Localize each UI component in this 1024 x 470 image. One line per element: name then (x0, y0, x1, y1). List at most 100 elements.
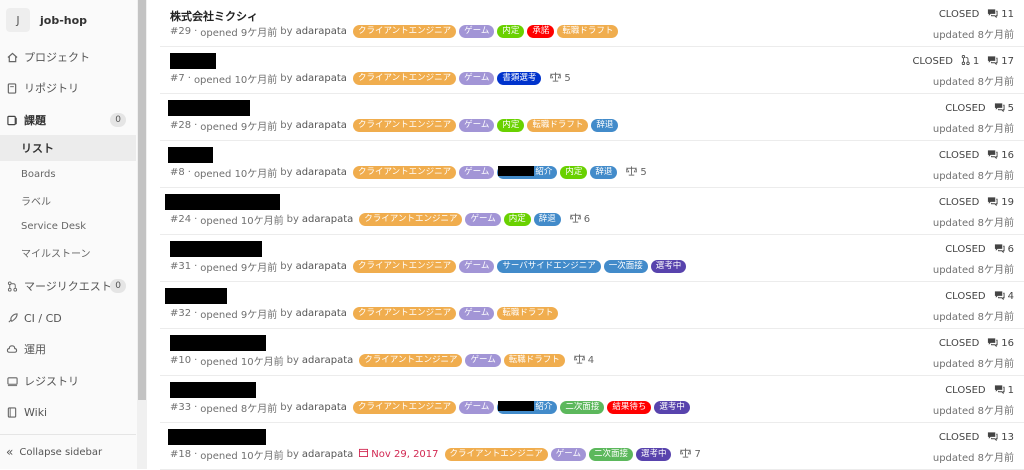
issue-label[interactable]: クライアントエンジニア (359, 212, 463, 226)
issue-label[interactable]: 辞退 (591, 118, 619, 132)
issue-ref[interactable]: #31 (170, 261, 191, 272)
issue-ref[interactable]: #10 (170, 355, 191, 366)
sidebar-item-operations[interactable]: 運用 (0, 336, 136, 362)
issue-label[interactable]: 書類選考 (497, 71, 542, 85)
issue-comments[interactable]: 4 (994, 290, 1014, 303)
issue-ref[interactable]: #33 (170, 402, 191, 413)
issue-label[interactable]: クライアントエンジニア (352, 400, 457, 414)
issue-label[interactable]: ゲーム (550, 447, 586, 461)
issue-label[interactable]: 二次面接 (560, 400, 605, 414)
issue-label[interactable]: 紹介 (497, 400, 558, 414)
issue-row[interactable]: 株式会社ミクシィ #29 · opened 9ケ月前 by adarapata クライアント… (160, 0, 1024, 47)
issue-label[interactable]: 承諾 (527, 24, 555, 38)
issue-row[interactable]: #18 · opened 10ケ月前 by adarapata Nov 29, 2017 ク… (160, 423, 1024, 470)
issue-label[interactable]: 内定 (497, 118, 525, 132)
issue-label[interactable]: クライアントエンジニア (359, 353, 463, 367)
issue-label[interactable]: ゲーム (459, 259, 495, 273)
issue-row[interactable]: #28 · opened 9ケ月前 by adarapata クライアントエンジニア ゲーム… (160, 94, 1024, 141)
issue-label[interactable]: クライアントエンジニア (352, 165, 457, 179)
author-link[interactable]: adarapata (296, 308, 347, 319)
issue-comments[interactable]: 16 (987, 337, 1014, 350)
sidebar-item-ci-cd[interactable]: CI / CD (0, 305, 136, 331)
author-link[interactable]: adarapata (302, 449, 353, 460)
issue-label[interactable]: 内定 (497, 24, 525, 38)
issue-comments[interactable]: 16 (987, 149, 1014, 162)
issue-row[interactable]: #7 · opened 10ケ月前 by adarapata クライアントエンジニア ゲーム… (160, 47, 1024, 94)
issue-row[interactable]: #8 · opened 10ケ月前 by adarapata クライアントエンジニア ゲーム… (160, 141, 1024, 188)
sidebar-subitem-labels[interactable]: ラベル (0, 187, 136, 213)
issue-title[interactable]: 株式会社ミクシィ (170, 8, 258, 24)
issue-ref[interactable]: #32 (170, 308, 191, 319)
collapse-sidebar-button[interactable]: « Collapse sidebar (0, 434, 136, 469)
author-link[interactable]: adarapata (296, 167, 347, 178)
sidebar-subitem-list[interactable]: リスト (0, 135, 136, 161)
sidebar-subitem-boards[interactable]: Boards (0, 161, 136, 187)
sidebar-subitem-milestones[interactable]: マイルストーン (0, 239, 136, 265)
issue-label[interactable]: サーバサイドエンジニア (497, 259, 601, 273)
issue-comments[interactable]: 19 (987, 196, 1014, 209)
issue-label[interactable]: クライアントエンジニア (352, 118, 457, 132)
sidebar-subitem-service-desk[interactable]: Service Desk (0, 213, 136, 239)
issue-comments[interactable]: 6 (994, 243, 1014, 256)
issue-label[interactable]: 二次面接 (588, 447, 633, 461)
related-merge-requests[interactable]: 1 (961, 55, 979, 68)
issue-label[interactable]: 転職ドラフト (497, 306, 559, 320)
issue-ref[interactable]: #29 (170, 26, 191, 37)
sidebar-scrollbar-thumb[interactable] (138, 0, 146, 400)
issue-label[interactable]: クライアントエンジニア (352, 71, 457, 85)
issue-comments[interactable]: 17 (987, 55, 1014, 68)
issue-row[interactable]: #10 · opened 10ケ月前 by adarapata クライアントエンジニア ゲー… (160, 329, 1024, 376)
issue-label[interactable]: 転職ドラフト (503, 353, 565, 367)
issue-row[interactable]: #24 · opened 10ケ月前 by adarapata クライアントエンジニア ゲー… (160, 188, 1024, 235)
issue-label[interactable]: 内定 (560, 165, 588, 179)
author-link[interactable]: adarapata (296, 402, 347, 413)
issue-comments[interactable]: 13 (987, 431, 1014, 444)
issue-label[interactable]: ゲーム (459, 118, 495, 132)
issue-label[interactable]: クライアントエンジニア (352, 306, 457, 320)
issue-label[interactable]: クライアントエンジニア (352, 24, 457, 38)
issue-comments[interactable]: 11 (987, 8, 1014, 21)
issue-label[interactable]: 辞退 (590, 165, 618, 179)
author-link[interactable]: adarapata (296, 26, 347, 37)
author-link[interactable]: adarapata (296, 73, 347, 84)
issue-ref[interactable]: #8 (170, 167, 185, 178)
project-header[interactable]: J job-hop (6, 8, 87, 32)
author-link[interactable]: adarapata (302, 214, 353, 225)
issue-row[interactable]: #32 · opened 9ケ月前 by adarapata クライアントエンジニア ゲーム… (160, 282, 1024, 329)
issue-label[interactable]: ゲーム (459, 165, 495, 179)
issue-label[interactable]: ゲーム (465, 353, 501, 367)
issue-label[interactable]: 選考中 (635, 447, 672, 461)
sidebar-item-wiki[interactable]: Wiki (0, 399, 136, 425)
issue-label[interactable]: 結果待ち (607, 400, 652, 414)
sidebar-item-repository[interactable]: リポジトリ (0, 75, 136, 101)
issue-comments[interactable]: 5 (994, 102, 1014, 115)
issue-label[interactable]: 辞退 (533, 212, 561, 226)
issue-label[interactable]: 転職ドラフト (557, 24, 619, 38)
issue-label[interactable]: ゲーム (465, 212, 501, 226)
sidebar-item-project[interactable]: プロジェクト (0, 44, 136, 70)
issue-row[interactable]: #31 · opened 9ケ月前 by adarapata クライアントエンジニア ゲーム… (160, 235, 1024, 282)
issue-ref[interactable]: #28 (170, 120, 191, 131)
issue-comments[interactable]: 1 (994, 384, 1014, 397)
issue-label[interactable]: 転職ドラフト (527, 118, 589, 132)
issue-label[interactable]: ゲーム (459, 306, 495, 320)
issue-label[interactable]: クライアントエンジニア (444, 447, 548, 461)
issue-label[interactable]: 内定 (503, 212, 531, 226)
author-link[interactable]: adarapata (302, 355, 353, 366)
author-link[interactable]: adarapata (296, 261, 347, 272)
sidebar-scrollbar[interactable] (137, 0, 147, 469)
issue-label[interactable]: ゲーム (459, 24, 495, 38)
issue-ref[interactable]: #7 (170, 73, 185, 84)
issue-label[interactable]: ゲーム (459, 71, 495, 85)
issue-row[interactable]: #33 · opened 8ケ月前 by adarapata クライアントエンジニア ゲーム… (160, 376, 1024, 423)
issue-label[interactable]: 選考中 (650, 259, 687, 273)
issue-ref[interactable]: #18 (170, 449, 191, 460)
issue-label[interactable]: 選考中 (654, 400, 690, 414)
sidebar-item-registry[interactable]: レジストリ (0, 368, 136, 394)
issue-label[interactable]: ゲーム (459, 400, 495, 414)
issue-ref[interactable]: #24 (170, 214, 191, 225)
issue-label[interactable]: 紹介 (497, 165, 558, 179)
sidebar-item-issues[interactable]: 課題 0 (0, 107, 136, 133)
issue-label[interactable]: クライアントエンジニア (352, 259, 457, 273)
issue-label[interactable]: 一次面接 (603, 259, 648, 273)
